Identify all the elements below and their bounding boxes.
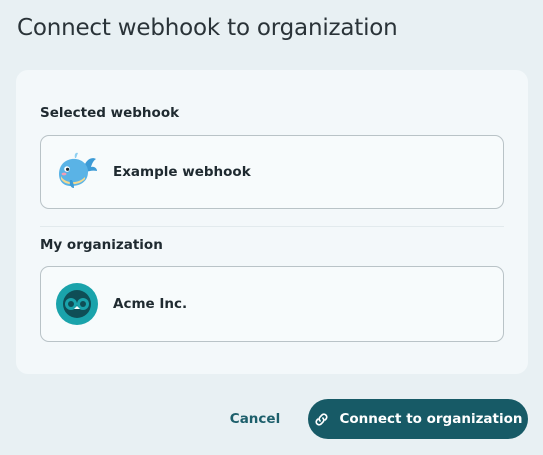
cancel-button[interactable]: Cancel	[226, 404, 284, 434]
link-icon	[315, 412, 329, 426]
organization-name: Acme Inc.	[113, 296, 188, 312]
selection-panel: Selected webhook Example webhook My orga…	[16, 70, 528, 374]
webhook-name: Example webhook	[113, 164, 251, 180]
dialog-title: Connect webhook to organization	[17, 15, 398, 41]
whale-avatar-icon	[55, 150, 99, 194]
my-organization-label: My organization	[40, 237, 163, 253]
connect-button-label: Connect to organization	[339, 411, 523, 427]
section-divider	[40, 226, 504, 227]
selected-webhook-card[interactable]: Example webhook	[40, 135, 504, 209]
connect-webhook-dialog: Connect webhook to organization Selected…	[0, 0, 543, 455]
organization-logo-icon	[56, 283, 98, 325]
organization-card[interactable]: Acme Inc.	[40, 266, 504, 342]
connect-to-organization-button[interactable]: Connect to organization	[308, 399, 528, 439]
selected-webhook-label: Selected webhook	[40, 105, 180, 121]
